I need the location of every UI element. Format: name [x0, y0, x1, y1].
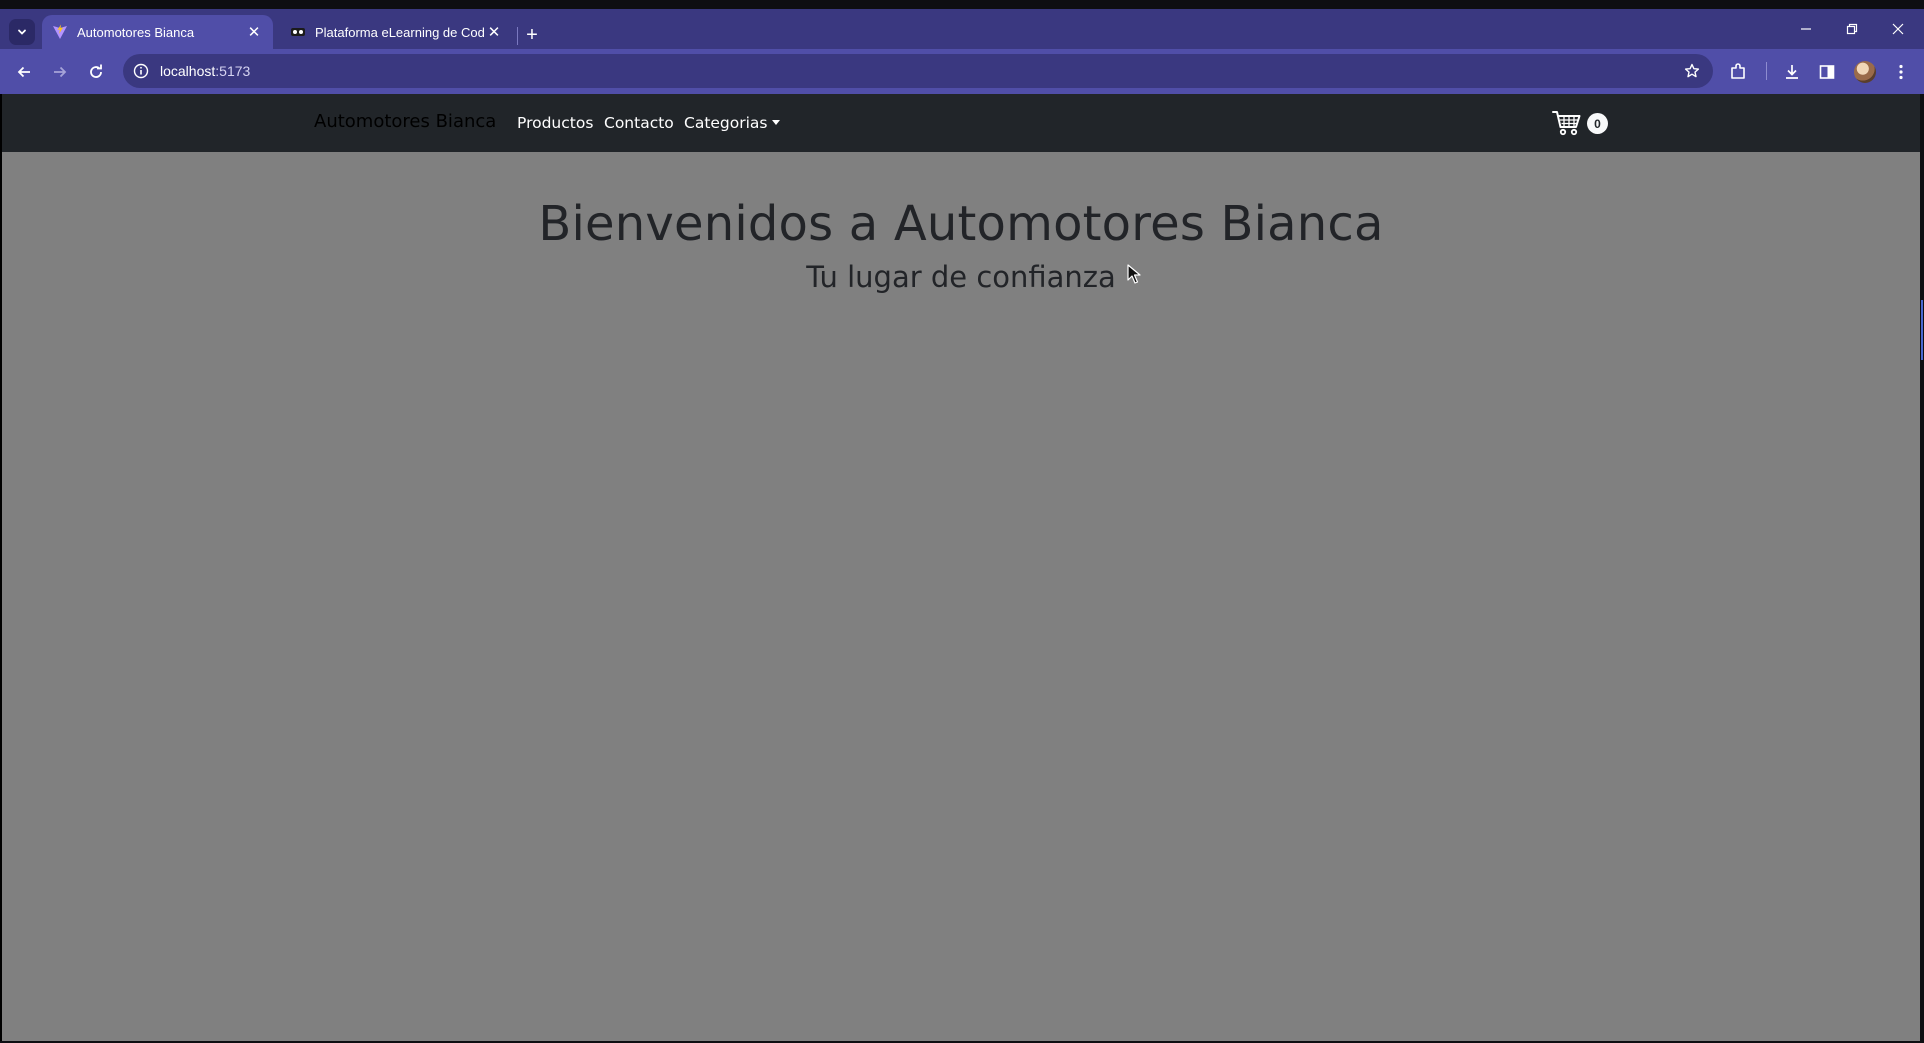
site-info-icon[interactable]: [132, 62, 150, 80]
page-viewport: Automotores Bianca Productos Contacto Ca…: [2, 94, 1920, 1041]
dropdown-label: Categorias: [684, 114, 768, 132]
site-navbar: Automotores Bianca Productos Contacto Ca…: [2, 94, 1920, 152]
browser-window: Automotores Bianca ✕ Plataforma eLearnin…: [0, 0, 1924, 1043]
close-tab-icon[interactable]: ✕: [485, 23, 503, 41]
caret-down-icon: [771, 120, 780, 125]
address-bar[interactable]: localhost:5173: [123, 54, 1713, 88]
forward-button[interactable]: [47, 59, 73, 85]
tab-automotores-bianca[interactable]: Automotores Bianca ✕: [42, 15, 273, 49]
minimize-button[interactable]: [1783, 9, 1829, 49]
minimize-icon: [1801, 28, 1811, 30]
bookmark-star-icon[interactable]: [1683, 62, 1701, 80]
tab-title: Plataforma eLearning de Coder: [315, 24, 485, 40]
tab-search-button[interactable]: [9, 19, 35, 45]
title-strip: [0, 0, 1924, 9]
shopping-cart-icon[interactable]: [1552, 110, 1582, 136]
back-button[interactable]: [11, 59, 37, 85]
nav-link-contacto[interactable]: Contacto: [604, 114, 674, 132]
downloads-icon[interactable]: [1781, 61, 1803, 83]
window-right-edge: [1920, 94, 1924, 1043]
coderhouse-logo-icon: [290, 24, 306, 40]
new-tab-button[interactable]: +: [521, 24, 543, 46]
arrow-right-icon: [54, 66, 67, 78]
close-tab-icon[interactable]: ✕: [245, 23, 263, 41]
chevron-down-icon: [18, 29, 26, 35]
tab-separator: [517, 27, 518, 45]
nav-dropdown-categorias[interactable]: Categorias: [684, 114, 780, 132]
side-panel-icon[interactable]: [1816, 61, 1838, 83]
url-host: localhost: [160, 63, 216, 79]
reload-icon: [90, 64, 102, 78]
tab-title: Automotores Bianca: [77, 24, 195, 40]
nav-link-productos[interactable]: Productos: [517, 114, 593, 132]
cart-count-badge: 0: [1587, 113, 1608, 134]
tab-plataforma-elearning[interactable]: Plataforma eLearning de Coder ✕: [280, 15, 513, 49]
scroll-indicator: [1921, 300, 1923, 360]
hero-title: Bienvenidos a Automotores Bianca: [538, 196, 1384, 252]
extensions-icon[interactable]: [1727, 61, 1749, 83]
profile-avatar[interactable]: [1854, 61, 1876, 83]
mouse-cursor-icon: [1127, 264, 1141, 284]
browser-toolbar: localhost:5173: [0, 49, 1924, 94]
url-text[interactable]: localhost:5173: [160, 63, 250, 79]
reload-button[interactable]: [83, 59, 109, 85]
restore-button[interactable]: [1829, 9, 1875, 49]
url-port: :5173: [215, 63, 251, 79]
menu-kebab-icon[interactable]: [1890, 61, 1912, 83]
vite-logo-icon: [52, 24, 68, 40]
hero-subtitle: Tu lugar de confianza: [806, 260, 1116, 294]
close-icon: [1892, 23, 1904, 35]
restore-icon: [1846, 23, 1858, 35]
toolbar-separator: [1766, 62, 1767, 80]
tab-bar: Automotores Bianca ✕ Plataforma eLearnin…: [0, 9, 1924, 49]
navbar-brand[interactable]: Automotores Bianca: [314, 111, 496, 132]
arrow-left-icon: [17, 66, 30, 78]
close-window-button[interactable]: [1875, 9, 1921, 49]
